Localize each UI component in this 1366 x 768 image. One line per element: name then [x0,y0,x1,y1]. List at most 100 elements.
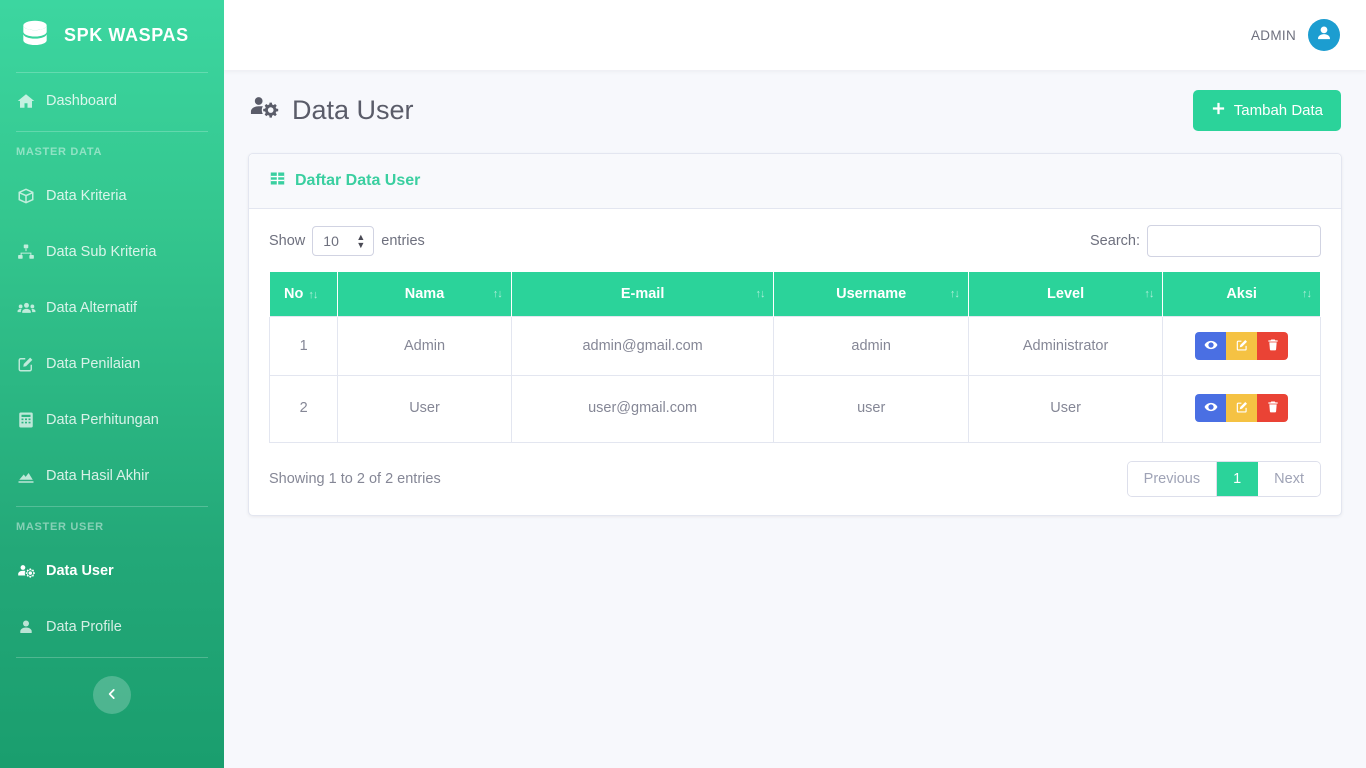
datatable-info: Showing 1 to 2 of 2 entries [269,471,441,487]
box-icon [16,186,36,206]
sidebar-item-data-profile[interactable]: Data Profile [0,599,224,655]
sort-updown-icon: ↑↓ [1144,288,1154,300]
table-header-email[interactable]: E-mail ↑↓ [510,271,775,317]
edit-button[interactable] [1226,332,1258,360]
trash-icon [1266,400,1280,417]
delete-button[interactable] [1257,394,1289,422]
table-header-label: Level [1047,286,1085,302]
sidebar-item-label: Data Sub Kriteria [46,244,157,260]
sidebar-item-label: Data Kriteria [46,188,127,204]
sort-updown-icon: ↑↓ [1302,288,1312,300]
card-header-title: Daftar Data User [295,172,421,189]
cell-aksi [1162,375,1321,443]
sidebar-item-label: Data Penilaian [46,356,141,372]
table-header-aksi[interactable]: Aksi ↑↓ [1162,271,1321,317]
card-body: Show 10 25 50 100 ▲▼ entries [249,209,1341,515]
sidebar-item-label: Data Profile [46,619,122,635]
sidebar-toggle-button[interactable] [93,676,131,714]
brand-name: SPK WASPAS [64,24,189,45]
table-row: 1 Admin admin@gmail.com admin Administra… [268,316,1321,376]
cell-email: admin@gmail.com [510,316,775,376]
datatable-length-control: Show 10 25 50 100 ▲▼ entries [269,226,425,256]
add-data-button[interactable]: Tambah Data [1192,90,1341,131]
sidebar-item-label: Data Alternatif [46,300,138,316]
pagination-previous[interactable]: Previous [1127,462,1218,496]
sidebar-heading-master-data: MASTER DATA [16,146,103,158]
table-header-no[interactable]: No ↑↓ [268,271,339,317]
datatable-search-control: Search: [1090,225,1321,257]
page-title-text: Data User [292,95,414,125]
content: Data User Tambah Data Daftar Data User S… [224,70,1366,516]
sidebar-heading-master-user: MASTER USER [16,521,104,533]
sidebar-item-data-sub-kriteria[interactable]: Data Sub Kriteria [0,224,224,280]
search-label: Search: [1090,233,1140,249]
sort-updown-icon: ↑↓ [308,289,318,301]
sidebar-item-dashboard[interactable]: Dashboard [0,73,224,129]
data-user-table: No ↑↓ Nama ↑↓ E-mail ↑↓ Username ↑↓ Leve… [268,271,1321,443]
main-area: ADMIN Data User Tambah Data Daftar Data … [224,0,1366,768]
sort-updown-icon: ↑↓ [492,288,503,300]
page-header: Data User Tambah Data [248,90,1342,131]
topbar: ADMIN [224,0,1366,70]
sidebar-item-data-penilaian[interactable]: Data Penilaian [0,336,224,392]
table-header-row: No ↑↓ Nama ↑↓ E-mail ↑↓ Username ↑↓ Leve… [268,271,1321,317]
avatar[interactable] [1308,19,1340,51]
cell-nama: User [337,375,512,443]
page-title: Data User [249,92,414,130]
sort-updown-icon: ↑↓ [949,288,960,300]
table-header-nama[interactable]: Nama ↑↓ [337,271,512,317]
cell-email: user@gmail.com [510,375,775,443]
sidebar: SPK WASPAS Dashboard MASTER DATA Data Kr… [0,0,224,768]
sidebar-item-label: Data Hasil Akhir [46,468,150,484]
sidebar-item-data-kriteria[interactable]: Data Kriteria [0,168,224,224]
table-header-label: Aksi [1226,286,1257,302]
topbar-username: ADMIN [1251,27,1296,43]
pencil-square-icon [1235,338,1249,355]
cell-level: User [967,375,1164,443]
pagination: Previous 1 Next [1126,461,1321,497]
show-label: Show [269,233,306,249]
app-root: SPK WASPAS Dashboard MASTER DATA Data Kr… [0,0,1366,768]
table-header-label: No [284,286,304,302]
sidebar-item-label: Data User [46,563,114,579]
pagination-next[interactable]: Next [1258,462,1320,496]
action-button-group [1195,332,1289,360]
sidebar-item-data-perhitungan[interactable]: Data Perhitungan [0,392,224,448]
table-header-level[interactable]: Level ↑↓ [967,271,1164,317]
table-body: 1 Admin admin@gmail.com admin Administra… [268,316,1321,443]
pencil-square-icon [1235,400,1249,417]
plus-icon [1211,101,1226,120]
table-header-username[interactable]: Username ↑↓ [773,271,969,317]
edit-button[interactable] [1226,394,1258,422]
chevron-left-icon [105,687,119,704]
brand[interactable]: SPK WASPAS [0,0,224,70]
datatable-controls: Show 10 25 50 100 ▲▼ entries [269,225,1321,257]
sort-updown-icon: ↑↓ [755,288,765,300]
table-row: 2 User user@gmail.com user User [268,375,1321,443]
users-cog-icon [16,561,36,581]
view-button[interactable] [1195,394,1227,422]
delete-button[interactable] [1257,332,1289,360]
cell-level: Administrator [967,316,1164,376]
page-length-select[interactable]: 10 25 50 100 [312,226,375,256]
trash-icon [1266,338,1280,355]
user-circle-icon [1313,22,1335,49]
chart-area-icon [16,466,36,486]
table-header-label: E-mail [620,286,665,302]
cell-username: user [773,375,969,443]
cell-no: 1 [268,316,339,376]
sidebar-item-data-alternatif[interactable]: Data Alternatif [0,280,224,336]
search-input[interactable] [1147,225,1321,257]
sidebar-item-data-hasil-akhir[interactable]: Data Hasil Akhir [0,448,224,504]
table-header-label: Username [836,286,907,302]
sidebar-item-data-user[interactable]: Data User [0,543,224,599]
users-icon [16,298,36,318]
sidebar-item-label: Dashboard [46,93,117,109]
action-button-group [1195,394,1289,422]
entries-label: entries [381,233,425,249]
eye-icon [1204,338,1218,355]
view-button[interactable] [1195,332,1227,360]
add-data-label: Tambah Data [1233,102,1323,119]
database-icon [18,18,52,52]
pagination-page-1[interactable]: 1 [1217,462,1259,496]
